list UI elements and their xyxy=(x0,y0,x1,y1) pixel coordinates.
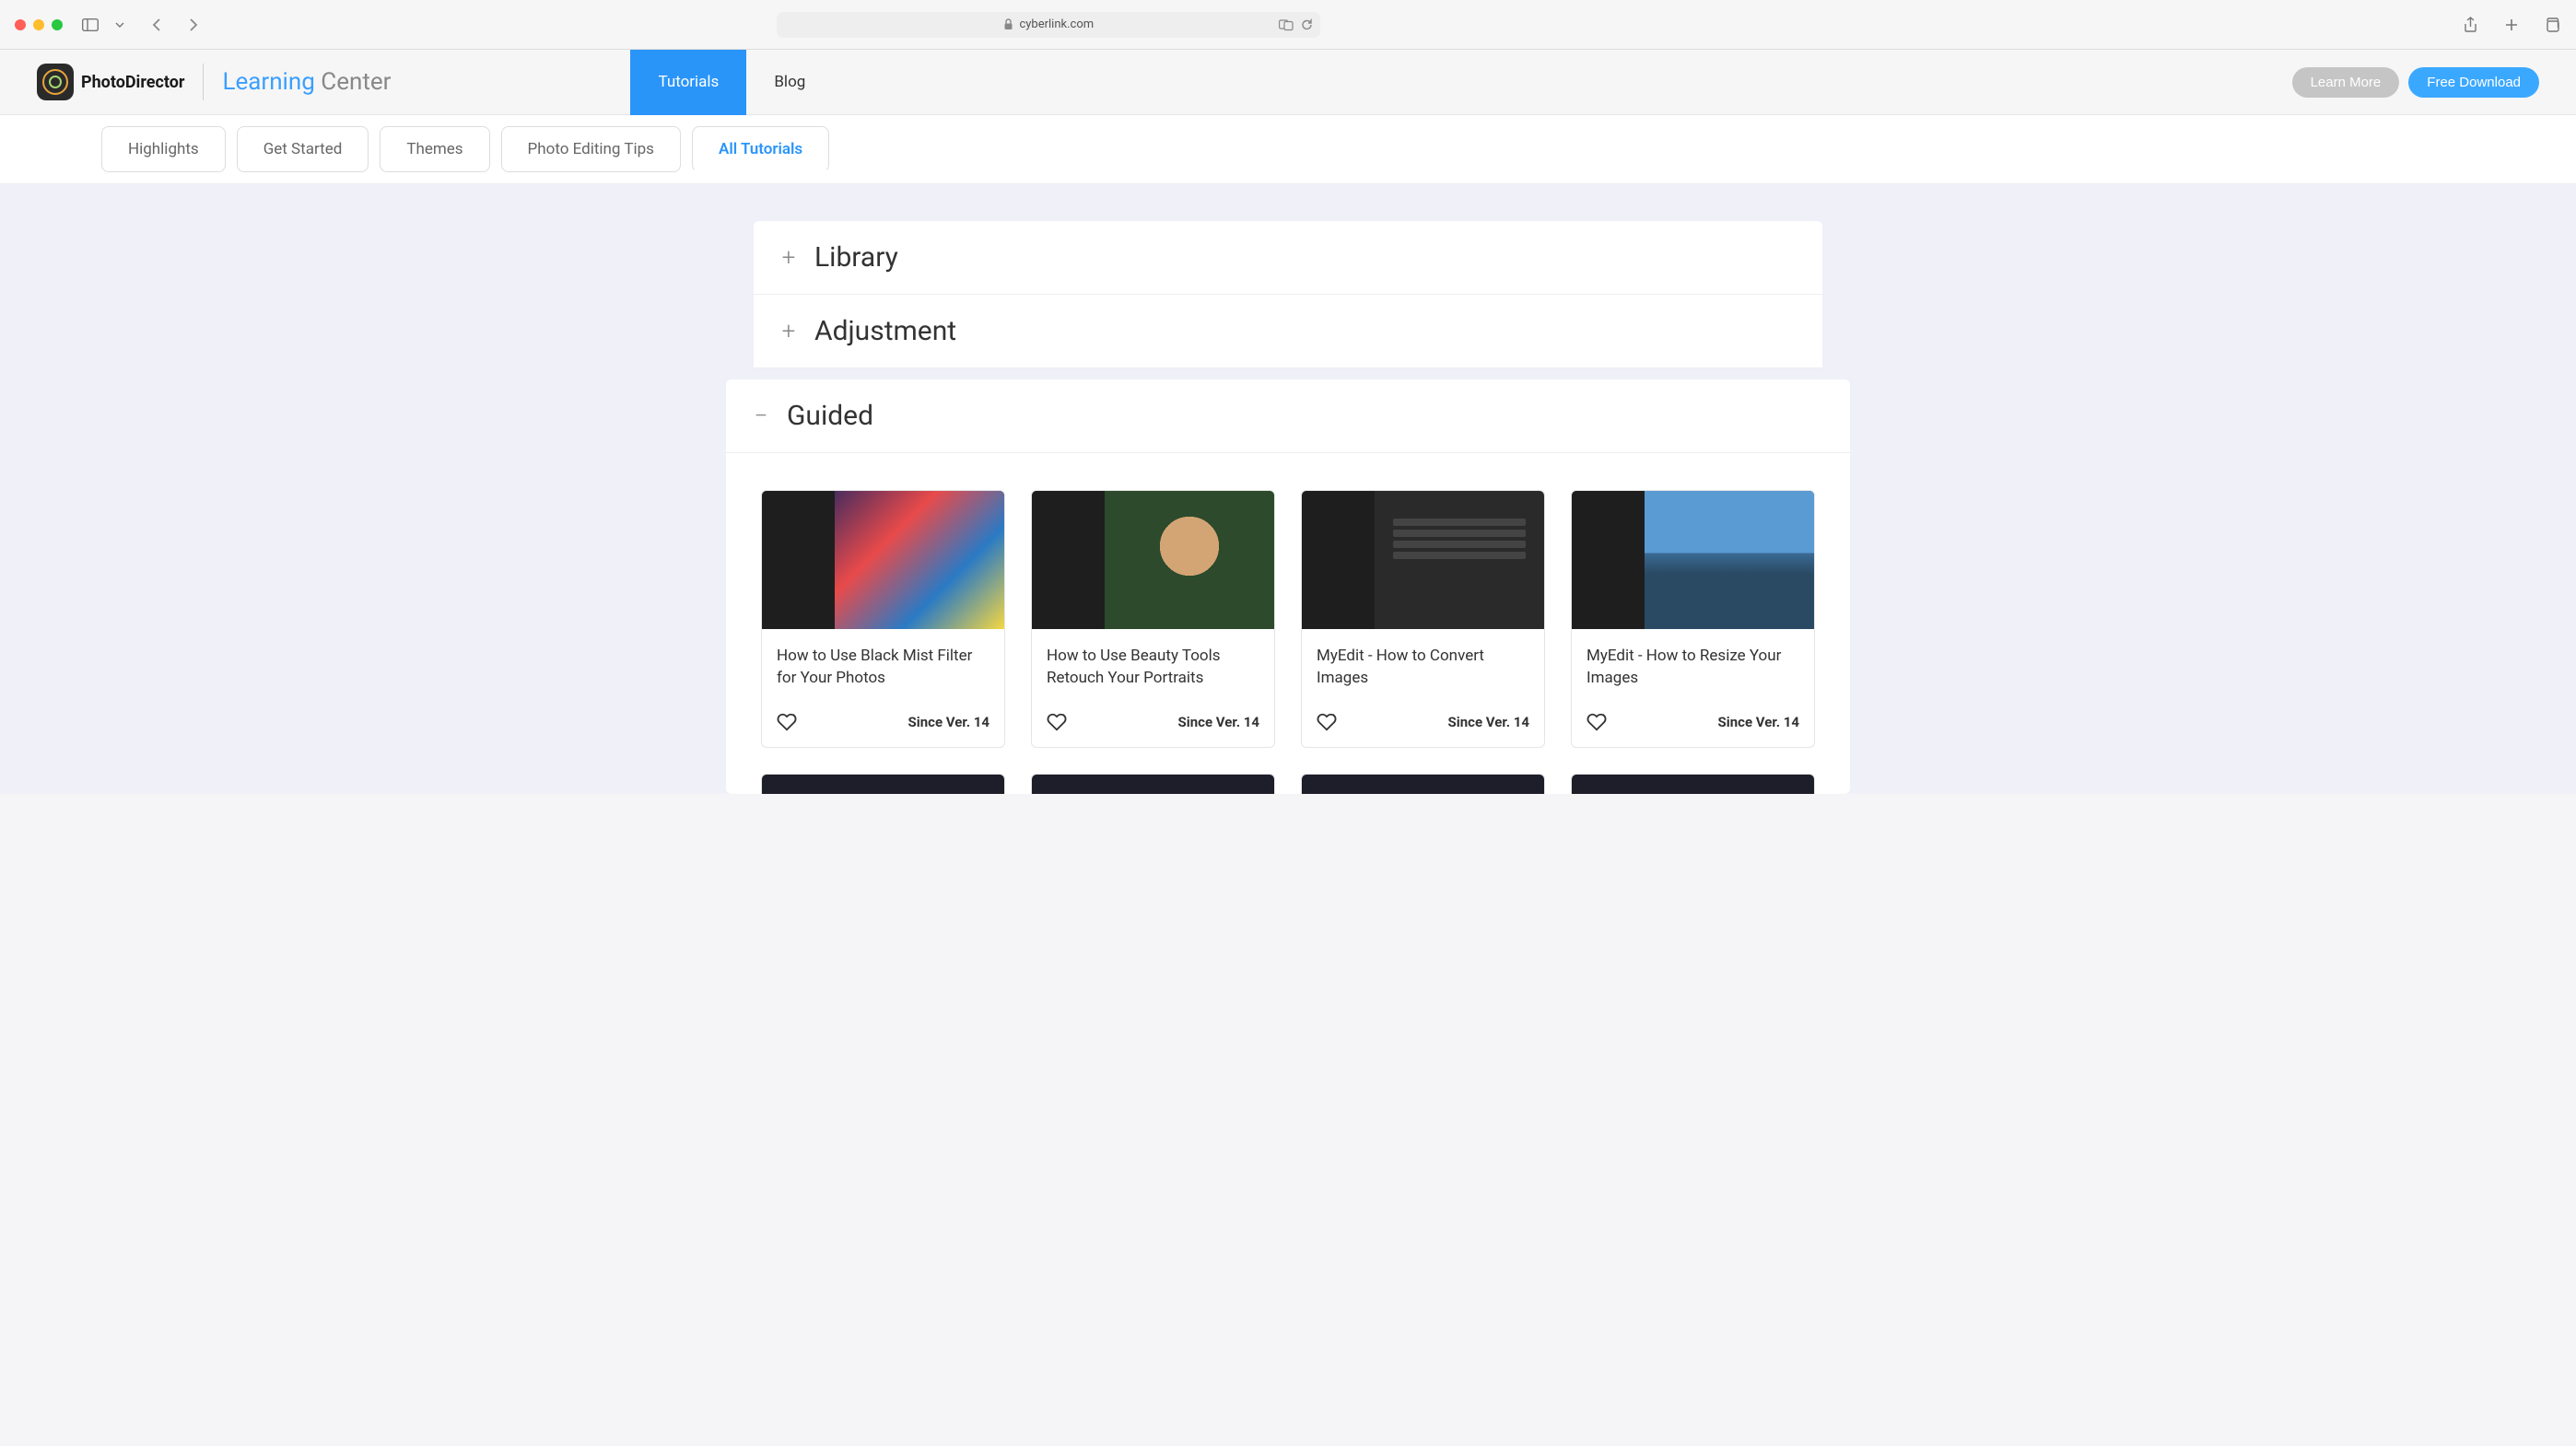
version-tag: Since Ver. 14 xyxy=(908,714,989,730)
free-download-button[interactable]: Free Download xyxy=(2408,67,2539,98)
back-button[interactable] xyxy=(147,16,166,34)
heart-icon[interactable] xyxy=(777,712,797,732)
translate-icon[interactable] xyxy=(1279,18,1294,31)
share-icon[interactable] xyxy=(2462,16,2480,34)
lock-icon xyxy=(1003,18,1013,30)
learning-center-title[interactable]: Learning Center xyxy=(222,68,391,96)
sub-tab-highlights[interactable]: Highlights xyxy=(101,126,226,172)
heart-icon[interactable] xyxy=(1587,712,1607,732)
sub-tab-photo-editing-tips[interactable]: Photo Editing Tips xyxy=(501,126,681,172)
accordion-container: + Library + Adjustment xyxy=(754,221,1822,368)
new-tab-icon[interactable] xyxy=(2502,16,2521,34)
plus-icon: + xyxy=(779,318,798,345)
header-buttons: Learn More Free Download xyxy=(2292,67,2539,98)
tutorial-title: How to Use Beauty Tools Retouch Your Por… xyxy=(1047,646,1259,690)
logo-icon xyxy=(37,64,74,100)
tutorial-card-partial[interactable] xyxy=(1301,774,1545,794)
tutorial-card[interactable]: How to Use Beauty Tools Retouch Your Por… xyxy=(1031,490,1275,748)
accordion-adjustment[interactable]: + Adjustment xyxy=(754,295,1822,368)
tutorial-card[interactable]: How to Use Black Mist Filter for Your Ph… xyxy=(761,490,1005,748)
accordion-library[interactable]: + Library xyxy=(754,221,1822,295)
tutorial-thumbnail xyxy=(762,491,1004,629)
maximize-window-button[interactable] xyxy=(52,19,63,30)
tutorial-card[interactable]: MyEdit - How to Convert Images Since Ver… xyxy=(1301,490,1545,748)
sidebar-toggle-icon[interactable] xyxy=(81,16,100,34)
version-tag: Since Ver. 14 xyxy=(1448,714,1529,730)
logo-text: PhotoDirector xyxy=(81,73,184,92)
tutorial-card-partial[interactable] xyxy=(1571,774,1815,794)
tabs-icon[interactable] xyxy=(2543,16,2561,34)
tutorial-thumbnail xyxy=(1572,491,1814,629)
url-text: cyberlink.com xyxy=(1019,17,1094,31)
tutorial-title: MyEdit - How to Resize Your Images xyxy=(1587,646,1799,690)
accordion-title: Guided xyxy=(787,400,873,432)
site-header: PhotoDirector Learning Center Tutorials … xyxy=(0,50,2576,115)
sub-tab-all-tutorials[interactable]: All Tutorials xyxy=(692,126,829,172)
tutorial-card-partial[interactable] xyxy=(761,774,1005,794)
nav-tabs: Tutorials Blog xyxy=(630,50,833,115)
tutorial-thumbnail xyxy=(1032,491,1274,629)
window-controls xyxy=(15,19,63,30)
browser-toolbar: cyberlink.com xyxy=(0,0,2576,50)
content-area: + Library + Adjustment − Guided How to U… xyxy=(0,184,2576,794)
chevron-down-icon[interactable] xyxy=(111,16,129,34)
divider xyxy=(203,64,204,100)
version-tag: Since Ver. 14 xyxy=(1718,714,1799,730)
tutorial-thumbnail xyxy=(1302,491,1544,629)
accordion-title: Adjustment xyxy=(814,315,956,347)
tab-blog[interactable]: Blog xyxy=(746,50,833,115)
heart-icon[interactable] xyxy=(1047,712,1067,732)
sub-tab-themes[interactable]: Themes xyxy=(380,126,489,172)
guided-section: − Guided How to Use Black Mist Filter fo… xyxy=(726,379,1850,794)
logo-section[interactable]: PhotoDirector xyxy=(37,64,184,100)
close-window-button[interactable] xyxy=(15,19,26,30)
plus-icon: + xyxy=(779,244,798,272)
tutorial-cards-row-2 xyxy=(726,748,1850,794)
minimize-window-button[interactable] xyxy=(33,19,44,30)
tutorial-cards-grid: How to Use Black Mist Filter for Your Ph… xyxy=(726,453,1850,748)
sub-tabs: Highlights Get Started Themes Photo Edit… xyxy=(0,115,2576,184)
sub-tab-get-started[interactable]: Get Started xyxy=(237,126,369,172)
reload-icon[interactable] xyxy=(1301,18,1313,31)
accordion-guided[interactable]: − Guided xyxy=(726,379,1850,453)
accordion-title: Library xyxy=(814,241,898,274)
tutorial-title: MyEdit - How to Convert Images xyxy=(1317,646,1529,690)
forward-button[interactable] xyxy=(184,16,203,34)
address-bar[interactable]: cyberlink.com xyxy=(777,12,1320,38)
heart-icon[interactable] xyxy=(1317,712,1337,732)
minus-icon: − xyxy=(752,402,770,430)
version-tag: Since Ver. 14 xyxy=(1178,714,1259,730)
learn-more-button[interactable]: Learn More xyxy=(2292,67,2400,98)
tab-tutorials[interactable]: Tutorials xyxy=(630,50,746,115)
tutorial-card[interactable]: MyEdit - How to Resize Your Images Since… xyxy=(1571,490,1815,748)
tutorial-title: How to Use Black Mist Filter for Your Ph… xyxy=(777,646,989,690)
tutorial-card-partial[interactable] xyxy=(1031,774,1275,794)
